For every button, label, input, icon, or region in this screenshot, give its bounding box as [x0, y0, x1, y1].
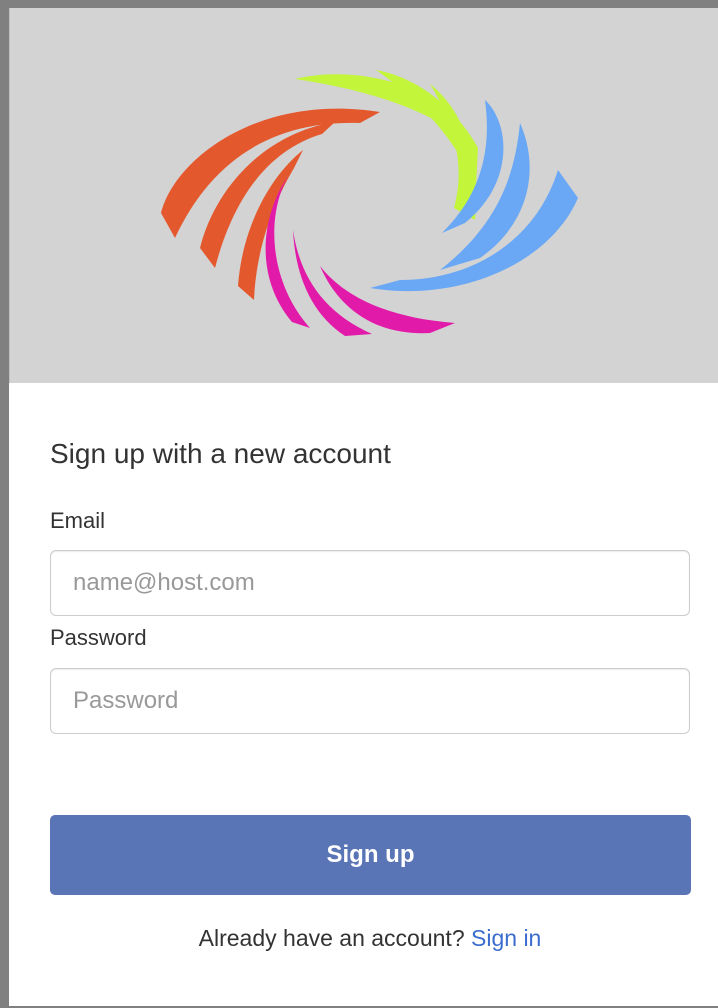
password-field[interactable]	[50, 668, 690, 734]
form-heading: Sign up with a new account	[50, 438, 391, 469]
signup-form-panel: Sign up with a new account Email Passwor…	[10, 383, 718, 1006]
sign-up-button[interactable]: Sign up	[50, 815, 691, 895]
logo-banner	[9, 8, 718, 383]
email-field[interactable]	[50, 550, 690, 616]
swirl-logo-icon	[161, 70, 578, 336]
sign-in-link[interactable]: Sign in	[471, 925, 541, 951]
sign-in-prompt: Already have an account? Sign in	[10, 923, 718, 953]
email-label: Email	[50, 508, 106, 533]
password-label: Password	[50, 625, 147, 650]
sign-in-prompt-text: Already have an account?	[198, 925, 465, 951]
